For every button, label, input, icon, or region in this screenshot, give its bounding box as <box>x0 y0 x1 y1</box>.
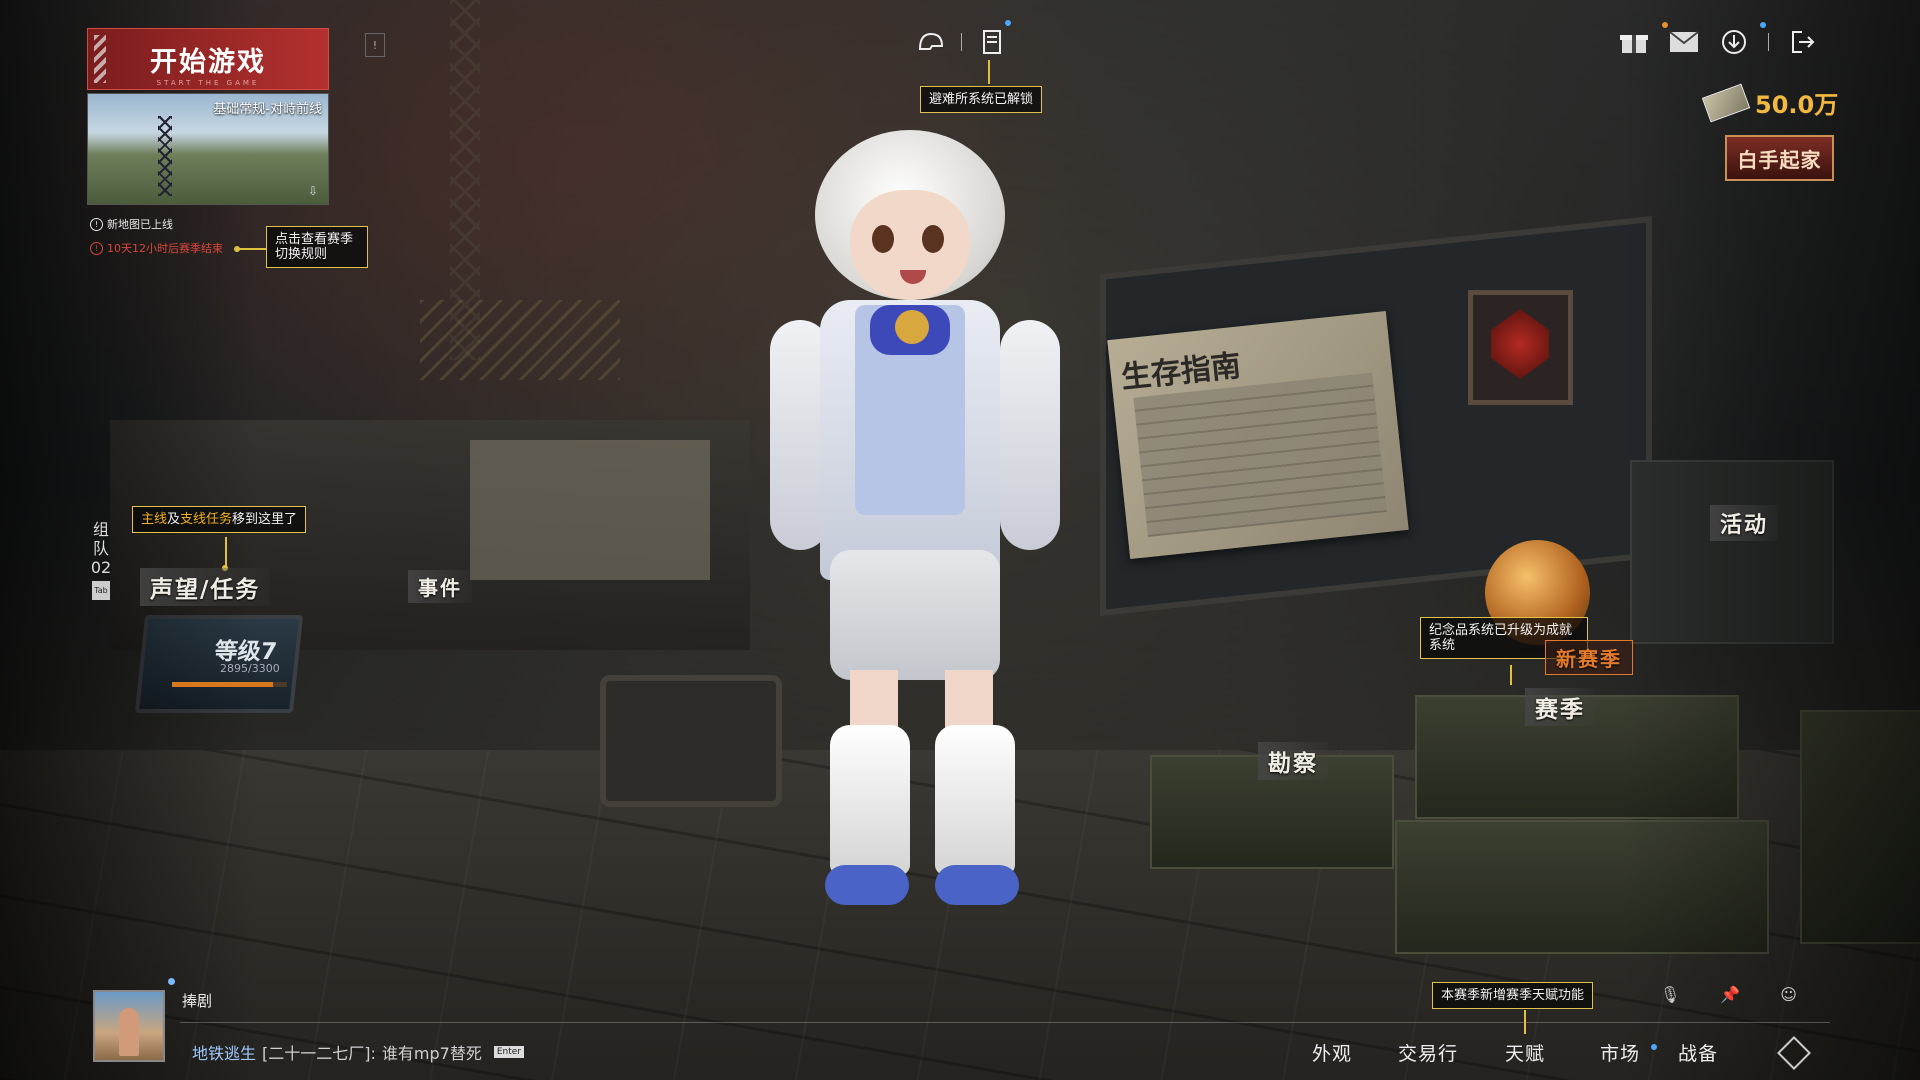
season-talent-tooltip[interactable]: 本赛季新增赛季天赋功能 <box>1432 982 1594 1009</box>
main-quest-text: 主线 <box>141 512 168 527</box>
side-quest-text: 支线任务 <box>180 512 233 527</box>
new-season-label[interactable]: 新赛季 <box>1545 640 1633 675</box>
nav-market[interactable]: 市场 <box>1600 1039 1640 1066</box>
shelter-icon[interactable] <box>976 26 1008 58</box>
chat-channel: 地铁逃生 <box>192 1044 257 1063</box>
survival-guide-map[interactable]: 生存指南 <box>1107 310 1409 560</box>
download-new-dot <box>1760 22 1766 28</box>
level-progress-fill <box>172 682 273 687</box>
nav-trading[interactable]: 交易行 <box>1398 1039 1458 1066</box>
online-status-dot <box>168 978 175 985</box>
level-xp: 2895/3300 <box>220 662 280 675</box>
tooltip-connector <box>1524 1010 1526 1034</box>
new-map-notice[interactable]: ! 新地图已上线 <box>90 216 173 232</box>
top-right-icons <box>1618 26 1819 58</box>
background-stairs <box>420 300 620 380</box>
player-avatar[interactable] <box>93 990 165 1062</box>
download-icon[interactable]: ⇩ <box>308 184 318 198</box>
chat-room: [二十一二七厂]: <box>262 1044 376 1063</box>
level-progress-bar <box>172 682 287 687</box>
team-number: 02 <box>90 558 112 577</box>
rank-emblem[interactable] <box>1468 290 1573 405</box>
mail-icon[interactable] <box>1668 26 1700 58</box>
currency-amount: 50.0万 <box>1755 91 1839 119</box>
map-tower-icon <box>158 116 172 196</box>
currency-display[interactable]: 50.0万 <box>1701 83 1839 122</box>
top-center-icons <box>915 26 1008 58</box>
nav-talent[interactable]: 天赋 <box>1505 1039 1545 1066</box>
exit-icon[interactable] <box>1787 26 1819 58</box>
tab-key-hint: Tab <box>92 581 110 600</box>
player-character[interactable] <box>750 130 1080 930</box>
self-made-badge[interactable]: 白手起家 <box>1725 135 1834 181</box>
gift-icon[interactable] <box>1618 26 1650 58</box>
season-label[interactable]: 赛季 <box>1525 688 1595 726</box>
character-shoe <box>935 865 1019 905</box>
start-game-button[interactable]: 开始游戏 START THE GAME <box>87 28 329 90</box>
level-display[interactable]: 等级7 2895/3300 <box>160 628 287 688</box>
shelter-unlocked-tooltip[interactable]: 避难所系统已解锁 <box>920 86 1043 113</box>
cash-icon <box>1701 83 1751 122</box>
emote-icon[interactable]: ☺ <box>1780 985 1797 1004</box>
nav-appearance[interactable]: 外观 <box>1312 1039 1352 1066</box>
helmet-icon[interactable] <box>915 26 947 58</box>
chat-preview[interactable]: 地铁逃生 [二十一二七厂]: 谁有mp7替死 Enter <box>192 1040 525 1064</box>
chat-message: 谁有mp7替死 <box>381 1044 482 1063</box>
team-indicator[interactable]: 组 队 02 Tab <box>86 520 116 600</box>
activity-label[interactable]: 活动 <box>1710 505 1779 541</box>
quest-and-text: 及 <box>167 512 181 527</box>
character-boot <box>935 725 1015 875</box>
info-circle-icon: ! <box>90 217 103 231</box>
level-title: 等级7 <box>213 639 279 665</box>
map-sketch <box>1133 372 1387 538</box>
microphone-icon[interactable]: 🎙 <box>1660 985 1680 1004</box>
info-icon[interactable]: ! <box>365 33 385 57</box>
market-new-dot <box>1651 1044 1657 1050</box>
start-game-label: 开始游戏 <box>150 46 266 78</box>
map-mode-title: 基础常规-对峙前线 <box>213 102 322 117</box>
team-line-2: 队 <box>92 539 109 558</box>
new-map-text: 新地图已上线 <box>107 218 173 231</box>
bottom-right-icons: 🎙 📌 ☺ <box>1660 985 1797 1004</box>
bell-icon <box>895 310 929 344</box>
self-made-badge-label: 白手起家 <box>1737 147 1822 172</box>
quests-moved-tooltip[interactable]: 主线及支线任务移到这里了 <box>132 506 307 533</box>
pin-icon[interactable]: 📌 <box>1720 985 1740 1004</box>
avatar-figure <box>119 1008 139 1056</box>
download-center-icon[interactable] <box>1718 26 1750 58</box>
season-end-text: 10天12小时后赛季结束 <box>107 242 223 255</box>
character-arm-right <box>1000 320 1060 550</box>
recon-label[interactable]: 勘察 <box>1258 742 1328 780</box>
character-shorts <box>830 550 1000 680</box>
icon-separator <box>961 33 962 51</box>
events-label[interactable]: 事件 <box>408 570 472 603</box>
start-button-stripe <box>94 35 106 83</box>
pinboard <box>470 440 710 580</box>
season-end-notice[interactable]: ! 10天12小时后赛季结束 <box>90 240 223 256</box>
team-line-1: 组 <box>92 520 109 539</box>
enter-key-hint: Enter <box>493 1046 525 1058</box>
map-mode-card[interactable]: 基础常规-对峙前线 ⇩ <box>87 93 329 205</box>
icon-separator <box>1768 33 1769 51</box>
reputation-quest-label[interactable]: 声望/任务 <box>140 568 271 606</box>
info-circle-icon: ! <box>90 241 103 255</box>
season-rules-tooltip[interactable]: 点击查看赛季切换规则 <box>266 226 368 268</box>
bottom-divider <box>180 1022 1830 1023</box>
gift-new-dot <box>1662 22 1668 28</box>
character-shoe <box>825 865 909 905</box>
tooltip-connector <box>988 60 990 84</box>
nav-loadout[interactable]: 战备 <box>1678 1039 1718 1066</box>
character-boot <box>830 725 910 875</box>
shelter-new-dot <box>1005 20 1011 26</box>
tooltip-connector <box>1510 665 1512 685</box>
player-name[interactable]: 捧剧 <box>182 990 212 1011</box>
tooltip-connector <box>225 537 227 567</box>
tooltip-connector <box>238 248 266 250</box>
quest-moved-text: 移到这里了 <box>232 512 298 527</box>
start-game-sublabel: START THE GAME <box>156 79 260 87</box>
emblem-shield-icon <box>1491 309 1549 379</box>
character-eye <box>922 225 944 253</box>
character-eye <box>872 225 894 253</box>
